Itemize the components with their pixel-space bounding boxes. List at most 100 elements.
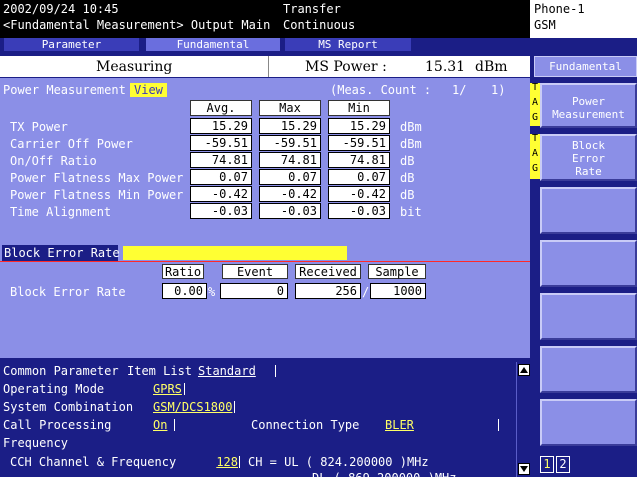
on-off-ratio-unit: dB [400, 154, 415, 168]
cch-dl-frequency: DL ( 869.200000 )MHz [312, 472, 457, 477]
block-error-rate-title: Block Error Rate [2, 245, 120, 262]
avg-column-header: Avg. [190, 100, 252, 116]
row-label-tx-power: TX Power [10, 120, 68, 134]
side-button-6[interactable] [540, 346, 637, 393]
operating-mode-label: Operating Mode [3, 382, 105, 396]
operating-mode-value[interactable]: GPRS [153, 383, 185, 395]
connection-type-value[interactable]: BLER [385, 419, 499, 431]
scroll-down-arrow-icon [520, 466, 528, 472]
continuous-label: Continuous [283, 18, 356, 32]
tab-ms-report[interactable]: MS Report [285, 38, 411, 51]
status-divider [268, 56, 269, 77]
side-button-4[interactable] [540, 240, 637, 287]
block-error-rate-button[interactable]: Block Error Rate [540, 134, 637, 181]
tag-stripe-1: T A G [530, 83, 540, 126]
row-label-flatness-max: Power Flatness Max Power [10, 171, 184, 185]
received-column-header: Received [295, 264, 361, 279]
side-button-5[interactable] [540, 293, 637, 340]
on-off-ratio-max: 74.81 [259, 152, 321, 168]
row-label-carrier-off-power: Carrier Off Power [10, 137, 133, 151]
tx-power-unit: dBm [400, 120, 422, 134]
min-column-header: Min [328, 100, 390, 116]
ms-power-value: 15.31 [425, 59, 466, 75]
datetime: 2002/09/24 10:45 [3, 2, 119, 16]
flatness-max-max: 0.07 [259, 169, 321, 185]
system-label: GSM [534, 18, 556, 32]
row-label-flatness-min: Power Flatness Min Power [10, 188, 184, 202]
received-sample-separator: / [362, 285, 370, 299]
block-error-ratio: 0.00 [162, 283, 207, 299]
tag-letter: T [531, 82, 539, 93]
view-button[interactable]: View [130, 83, 167, 97]
sample-column-header: Sample [368, 264, 426, 279]
carrier-off-power-avg: -59.51 [190, 135, 252, 151]
cch-channel-value[interactable]: 128 [208, 456, 240, 468]
ratio-column-header: Ratio [162, 264, 204, 279]
carrier-off-power-unit: dBm [400, 137, 422, 151]
meas-count-label: (Meas. Count : [330, 83, 432, 97]
flatness-max-min: 0.07 [328, 169, 390, 185]
tab-fundamental[interactable]: Fundamental [146, 38, 280, 51]
system-combination-value[interactable]: GSM/DCS1800 [153, 401, 236, 413]
tag-letter: A [531, 148, 539, 159]
event-column-header: Event [222, 264, 288, 279]
meas-count-current: 1/ [452, 83, 467, 97]
on-off-ratio-avg: 74.81 [190, 152, 252, 168]
scroll-down-button[interactable] [518, 463, 530, 475]
block-error-row-label: Block Error Rate [10, 285, 126, 299]
side-button-7[interactable] [540, 399, 637, 446]
ratio-percent-unit: % [208, 285, 216, 299]
power-measurement-button[interactable]: Power Measurement [540, 83, 637, 128]
status-row: Measuring MS Power : 15.31 dBm [0, 56, 530, 77]
tx-power-min: 15.29 [328, 118, 390, 134]
ms-power-label: MS Power : [305, 59, 387, 75]
max-column-header: Max [259, 100, 321, 116]
row-label-on-off-ratio: On/Off Ratio [10, 154, 97, 168]
flatness-min-max: -0.42 [259, 186, 321, 202]
tab-parameter[interactable]: Parameter [4, 38, 139, 51]
cch-label: CCH Channel & Frequency [10, 455, 177, 469]
ms-power-unit: dBm [475, 59, 508, 75]
time-alignment-unit: bit [400, 205, 422, 219]
time-alignment-max: -0.03 [259, 203, 321, 219]
flatness-max-avg: 0.07 [190, 169, 252, 185]
item-list-select[interactable]: Standard [198, 365, 276, 377]
tx-power-avg: 15.29 [190, 118, 252, 134]
side-button-label: Block [571, 139, 606, 152]
page-2-button[interactable]: 2 [556, 456, 570, 473]
carrier-off-power-max: -59.51 [259, 135, 321, 151]
call-processing-label: Call Processing [3, 418, 112, 432]
tag-letter: G [531, 112, 539, 123]
common-parameter-title: Common Parameter [3, 364, 119, 378]
cch-ul-frequency: CH = UL ( 824.200000 )MHz [248, 455, 429, 469]
scroll-up-button[interactable] [518, 364, 530, 376]
frequency-label: Frequency [3, 436, 69, 450]
phone-info: Phone-1 GSM [530, 0, 637, 38]
scroll-up-arrow-icon [520, 367, 528, 373]
time-alignment-min: -0.03 [328, 203, 390, 219]
tx-power-max: 15.29 [259, 118, 321, 134]
on-off-ratio-min: 74.81 [328, 152, 390, 168]
meas-count-total: 1) [491, 83, 506, 97]
transfer-label: Transfer [283, 2, 341, 16]
connection-type-label: Connection Type [251, 418, 360, 432]
measuring-status: Measuring [96, 59, 173, 75]
side-button-label: Power [571, 95, 606, 108]
scrollbar[interactable] [516, 362, 530, 477]
page-1-button[interactable]: 1 [540, 456, 554, 473]
tag-stripe-2: T A G [530, 134, 540, 179]
side-menu-title: Fundamental [549, 60, 622, 73]
tag-letter: T [531, 133, 539, 144]
carrier-off-power-min: -59.51 [328, 135, 390, 151]
side-button-label: Measurement [552, 108, 625, 121]
system-combination-label: System Combination [3, 400, 134, 414]
row-label-time-alignment: Time Alignment [10, 205, 112, 219]
side-button-label: Rate [575, 165, 602, 178]
flatness-min-min: -0.42 [328, 186, 390, 202]
tag-letter: A [531, 97, 539, 108]
item-list-label: Item List [127, 364, 193, 378]
side-button-3[interactable] [540, 187, 637, 234]
call-processing-value[interactable]: On [153, 419, 175, 431]
tag-letter: G [531, 163, 539, 174]
side-button-label: Error [571, 152, 606, 165]
